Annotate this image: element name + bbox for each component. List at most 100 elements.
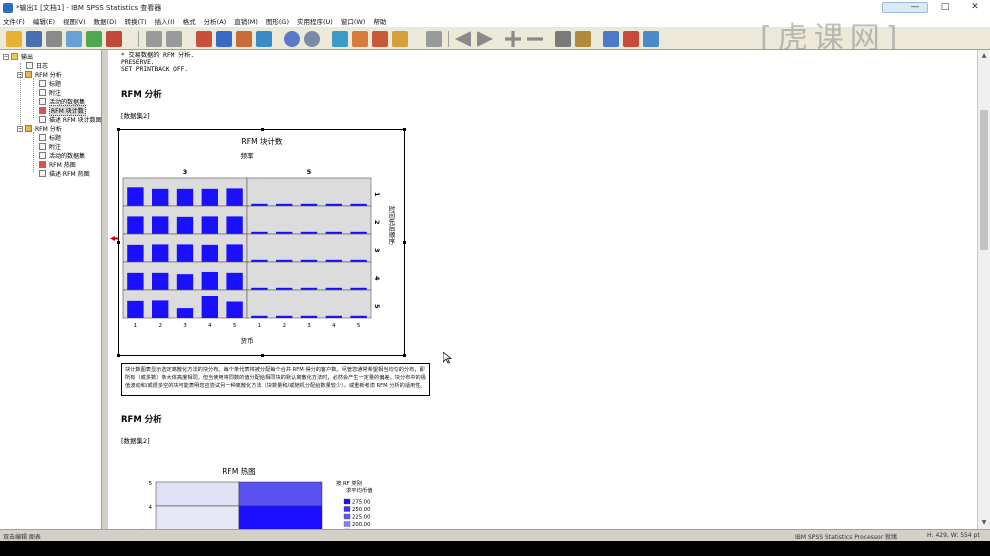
tree-node-describe-bin-counts[interactable]: 描述 RFM 块计数图 [39,115,102,124]
tree-node-title-2[interactable]: 标题 [39,133,61,142]
rfm-bin-count-chart[interactable]: RFM 块计数 频率 货币 时间先后顺序 3 5 1 2 3 4 5 1 2 3 4 5 1 2 3 4 5 [117,128,406,357]
dataset-label-2[interactable]: [数据集2] [121,435,150,445]
folder-icon [25,125,32,132]
section-title[interactable]: RFM 分析 [121,88,162,100]
expand-icon[interactable] [505,31,521,47]
heat-cell [238,505,323,529]
goto-case-icon[interactable] [216,31,232,47]
bar [152,188,169,206]
rfm-heatmap-chart[interactable]: RFM 热图 54时按 RF 类别求平均币值275.00250.00225.00… [138,466,373,529]
resize-handle[interactable] [117,354,120,357]
scroll-up-icon[interactable]: ▲ [978,50,990,62]
chart-panel [246,177,372,207]
scroll-thumb[interactable] [980,110,988,250]
insert-heading-icon[interactable] [603,31,619,47]
undo-icon[interactable] [146,31,162,47]
collapse-icon[interactable] [527,37,543,41]
chart-description-note[interactable]: 块计数图表显示选定离散化方法的块分布。每个条代表将被分配每个合并 RFM 得分的… [121,363,430,396]
bar [127,272,144,290]
resize-handle[interactable] [403,354,406,357]
resize-handle[interactable] [117,128,120,131]
row-header: 1 [373,192,381,197]
collapse-toggle[interactable]: − [3,53,9,60]
menu-edit[interactable]: 编辑(E) [33,16,55,26]
insert-title-icon[interactable] [623,31,639,47]
arrow-left-icon[interactable] [455,31,471,47]
insert-text-icon[interactable] [643,31,659,47]
menu-window[interactable]: 窗口(W) [341,16,366,26]
weight-cases-icon[interactable] [372,31,388,47]
recall-dialog-icon[interactable] [106,31,122,47]
show-icon[interactable] [555,31,571,47]
page-icon [39,143,46,150]
vertical-scrollbar[interactable]: ▲ ▼ [977,50,990,529]
page-icon [39,80,46,87]
value-labels-icon[interactable] [392,31,408,47]
print-icon[interactable] [46,31,62,47]
tree-node-rfm-analysis-2[interactable]: − RFM 分析 [17,124,62,133]
menu-view[interactable]: 视图(V) [63,16,86,26]
goto-data-icon[interactable] [196,31,212,47]
export-icon[interactable] [86,31,102,47]
menu-data[interactable]: 数据(D) [94,16,117,26]
tree-node-describe-heatmap[interactable]: 描述 RFM 热图 [39,169,90,178]
goto-variable-icon[interactable] [236,31,252,47]
tree-node-rfm-heatmap[interactable]: RFM 热图 [39,160,76,169]
open-icon[interactable] [6,31,22,47]
syntax-icon[interactable] [304,31,320,47]
tree-node-rfm-bin-counts[interactable]: RFM 块计数 [39,105,86,116]
resize-handle[interactable] [403,128,406,131]
page-icon [39,116,46,123]
y-tick-label: 5 [149,481,153,487]
x-tick-label: 5 [233,323,237,329]
menu-graphs[interactable]: 图形(G) [266,16,289,26]
save-icon[interactable] [26,31,42,47]
menu-insert[interactable]: 插入(I) [155,16,175,26]
menu-transform[interactable]: 转换(T) [125,16,147,26]
maximize-button[interactable]: □ [930,0,960,15]
collapse-toggle[interactable]: − [17,71,23,78]
bar [251,315,268,318]
arrow-right-icon[interactable] [477,31,493,47]
hide-icon[interactable] [575,31,591,47]
use-sets-icon[interactable] [426,31,442,47]
resize-handle[interactable] [261,128,264,131]
tree-node-output[interactable]: − 输出 [3,52,33,61]
menu-direct-marketing[interactable]: 直销(M) [234,16,258,26]
tree-node-notes-2[interactable]: 附注 [39,142,61,151]
resize-handle[interactable] [117,241,120,244]
collapse-toggle[interactable]: − [17,125,23,132]
menu-analyze[interactable]: 分析(A) [204,16,227,26]
select-cases-icon[interactable] [352,31,368,47]
toolbar-separator [448,31,449,47]
bar [350,259,367,262]
variables-icon[interactable] [256,31,272,47]
print-preview-icon[interactable] [66,31,82,47]
section-title-2[interactable]: RFM 分析 [121,413,162,425]
minimize-button[interactable]: — [900,0,930,15]
resize-handle[interactable] [261,354,264,357]
resize-handle[interactable] [403,241,406,244]
redo-icon[interactable] [166,31,182,47]
scroll-down-icon[interactable]: ▼ [978,517,990,529]
menu-file[interactable]: 文件(F) [3,16,25,26]
run-script-icon[interactable] [284,31,300,47]
designate-window-icon[interactable] [332,31,348,47]
status-dimensions: H: 429, W: 554 pt [927,532,980,539]
bar [226,244,243,262]
tree-node-notes[interactable]: 附注 [39,88,61,97]
tree-node-log[interactable]: 日志 [26,61,48,70]
dataset-label[interactable]: [数据集2] [121,110,150,120]
tree-node-rfm-analysis[interactable]: − RFM 分析 [17,70,62,79]
menu-help[interactable]: 帮助 [373,16,386,26]
legend-swatch [343,498,351,505]
menu-format[interactable]: 格式 [183,16,196,26]
bar [251,259,268,262]
status-bar: 双击编辑 图表 IBM SPSS Statistics Processor 就绪… [0,529,990,556]
tree-node-title[interactable]: 标题 [39,79,61,88]
tree-node-active-dataset-2[interactable]: 活动的数据集 [39,151,85,160]
menu-utilities[interactable]: 实用程序(U) [297,16,333,26]
close-button[interactable]: ✕ [960,0,990,15]
bar [300,259,318,262]
heatmap-title: RFM 热图 [222,466,255,476]
